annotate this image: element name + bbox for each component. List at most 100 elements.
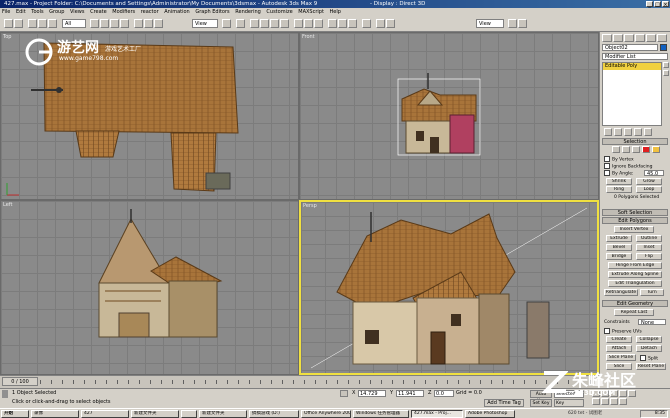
link-icon[interactable] xyxy=(28,19,37,28)
taskbar-item-427[interactable]: 427 xyxy=(81,410,129,418)
percent-snap-icon[interactable] xyxy=(270,19,279,28)
named-selection-icon[interactable] xyxy=(294,19,303,28)
menu-maxscript[interactable]: MAXScript xyxy=(296,9,326,15)
lock-selection-icon[interactable] xyxy=(340,390,348,397)
end-result-icon[interactable] xyxy=(614,128,622,136)
vertex-mode-icon[interactable] xyxy=(612,146,620,153)
create-button[interactable]: Create xyxy=(606,336,632,343)
attach-button[interactable]: Attach xyxy=(606,345,632,352)
slice-plane-button[interactable]: Slice Plane xyxy=(606,354,636,361)
utilities-tab-icon[interactable] xyxy=(657,34,667,42)
repeat-last-button[interactable]: Repeat Last xyxy=(614,309,654,316)
remove-modifier-icon[interactable] xyxy=(634,128,642,136)
by-vertex-checkbox[interactable]: By Vertex xyxy=(604,156,634,163)
stack-item-editable-poly[interactable]: Editable Poly xyxy=(603,63,661,70)
motion-tab-icon[interactable] xyxy=(635,34,645,42)
menu-help[interactable]: Help xyxy=(328,9,343,15)
modifier-list-dropdown[interactable]: Modifier List xyxy=(602,53,668,60)
by-angle-checkbox[interactable]: By Angle: xyxy=(604,170,634,177)
taskbar-item-new-folder-2[interactable]: 新建文件夹 xyxy=(199,410,247,418)
move-icon[interactable] xyxy=(134,19,143,28)
ring-button[interactable]: Ring xyxy=(606,186,632,193)
frame-slider-thumb[interactable]: 0 / 100 xyxy=(2,377,38,386)
split-checkbox[interactable]: Split xyxy=(640,355,658,362)
modify-tab-icon[interactable] xyxy=(613,34,623,42)
taskbar-item-office[interactable]: Office Anywhere 200... xyxy=(301,410,351,418)
ignore-backfacing-checkbox[interactable]: Ignore Backfacing xyxy=(604,163,652,170)
render-type-dropdown[interactable]: View xyxy=(476,19,504,28)
outline-button[interactable]: Outline xyxy=(636,235,662,242)
viewport-top[interactable]: Top 游艺网 游戏艺术工厂 www.game798.com xyxy=(0,32,299,200)
close-button[interactable]: × xyxy=(662,1,669,8)
taskbar-item-3dsmax[interactable]: 427.max - Proj... xyxy=(411,410,463,418)
loop-button[interactable]: Loop xyxy=(636,186,662,193)
bridge-button[interactable]: Bridge xyxy=(606,253,632,260)
window-crossing-icon[interactable] xyxy=(120,19,129,28)
select-object-icon[interactable] xyxy=(90,19,99,28)
element-mode-icon[interactable] xyxy=(652,146,660,153)
extrude-along-spline-button[interactable]: Extrude Along Spline xyxy=(608,271,662,278)
rotate-icon[interactable] xyxy=(144,19,153,28)
edge-mode-icon[interactable] xyxy=(622,146,630,153)
quick-render-icon[interactable] xyxy=(386,19,395,28)
preserve-uvs-checkbox[interactable]: Preserve UVs xyxy=(604,328,642,335)
show-end-result-icon[interactable] xyxy=(663,70,669,76)
configure-sets-icon[interactable] xyxy=(644,128,652,136)
snap-toggle-icon[interactable] xyxy=(250,19,259,28)
taskbar-item-drive-d[interactable]: 搞搞游戏 (D:) xyxy=(249,410,299,418)
menu-animation[interactable]: Animation xyxy=(162,9,192,15)
pin-stack-icon[interactable] xyxy=(663,62,669,68)
bind-spacewarp-icon[interactable] xyxy=(48,19,57,28)
mirror-icon[interactable] xyxy=(304,19,313,28)
schematic-view-icon[interactable] xyxy=(348,19,357,28)
curve-editor-icon[interactable] xyxy=(338,19,347,28)
turn-button[interactable]: Turn xyxy=(640,289,664,296)
polygon-mode-icon[interactable] xyxy=(642,146,650,153)
select-manipulate-icon[interactable] xyxy=(236,19,245,28)
select-by-name-icon[interactable] xyxy=(100,19,109,28)
reference-coord-dropdown[interactable]: View xyxy=(192,19,218,28)
menu-tools[interactable]: Tools xyxy=(29,9,45,15)
viewport-perspective[interactable]: Persp xyxy=(299,200,599,375)
detach-button[interactable]: Detach xyxy=(636,345,662,352)
x-coord-field[interactable]: 14.729 xyxy=(358,390,386,397)
menu-group[interactable]: Group xyxy=(47,9,66,15)
angle-snap-icon[interactable] xyxy=(260,19,269,28)
viewport-front[interactable]: Front xyxy=(299,32,599,200)
soft-selection-rollout[interactable]: Soft Selection xyxy=(602,209,668,216)
pin-icon[interactable] xyxy=(604,128,612,136)
maximize-button[interactable]: □ xyxy=(654,1,661,8)
edit-polygons-rollout[interactable]: Edit Polygons xyxy=(602,217,668,224)
menu-file[interactable]: File xyxy=(0,9,12,15)
selection-rollout[interactable]: Selection xyxy=(602,138,668,145)
hinge-from-edge-button[interactable]: Hinge From Edge xyxy=(608,262,662,269)
flip-button[interactable]: Flip xyxy=(636,253,662,260)
minimize-button[interactable]: _ xyxy=(646,1,653,8)
menu-customize[interactable]: Customize xyxy=(264,9,294,15)
spinner-snap-icon[interactable] xyxy=(280,19,289,28)
menu-graph-editors[interactable]: Graph Editors xyxy=(193,9,231,15)
edit-geometry-rollout[interactable]: Edit Geometry xyxy=(602,300,668,307)
selection-filter-dropdown[interactable]: All xyxy=(62,19,86,28)
bevel-button[interactable]: Bevel xyxy=(606,244,632,251)
viewport-left[interactable]: Left xyxy=(0,200,299,375)
border-mode-icon[interactable] xyxy=(632,146,640,153)
add-time-tag-button[interactable]: Add Time Tag xyxy=(484,399,524,407)
menu-create[interactable]: Create xyxy=(88,9,109,15)
object-name-field[interactable]: Object02 xyxy=(602,44,658,51)
y-coord-field[interactable]: 11.941 xyxy=(396,390,424,397)
by-angle-spinner[interactable]: 45.0 xyxy=(644,170,664,176)
render-frame-icon[interactable] xyxy=(518,19,527,28)
constraints-dropdown[interactable]: None xyxy=(638,319,666,325)
scale-icon[interactable] xyxy=(154,19,163,28)
display-tab-icon[interactable] xyxy=(646,34,656,42)
insert-vertex-button[interactable]: Insert Vertex xyxy=(614,226,654,233)
taskbar-item-record[interactable]: 录像 xyxy=(31,410,79,418)
retriangulate-button[interactable]: Retriangulate xyxy=(604,289,638,296)
menu-modifiers[interactable]: Modifiers xyxy=(110,9,137,15)
shrink-button[interactable]: Shrink xyxy=(606,178,632,185)
menu-reactor[interactable]: reactor xyxy=(139,9,161,15)
menu-views[interactable]: Views xyxy=(68,9,86,15)
extrude-button[interactable]: Extrude xyxy=(606,235,632,242)
material-editor-icon[interactable] xyxy=(362,19,371,28)
